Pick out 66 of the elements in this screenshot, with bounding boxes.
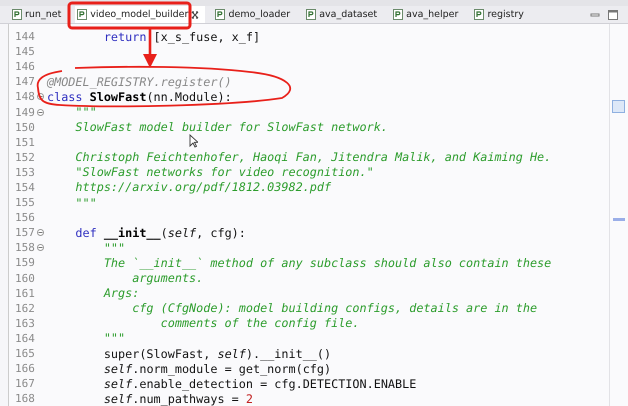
code-line: comments of the config file. xyxy=(160,316,360,330)
code-line: self.enable_detection = cfg.DETECTION.ENABLE xyxy=(102,376,416,391)
line-number: 156 xyxy=(14,211,36,224)
python-file-icon xyxy=(474,9,484,20)
editor-tab[interactable]: run_net xyxy=(10,6,68,23)
editor-tab[interactable]: video_model_builder xyxy=(75,6,206,23)
code-line: """ xyxy=(74,105,97,120)
code-line: super(SlowFast, self).__init__() xyxy=(102,346,332,361)
code-line: @MODEL_REGISTRY.register() xyxy=(47,74,232,89)
code-line: arguments. xyxy=(131,271,204,286)
line-number: 158 xyxy=(14,241,36,254)
python-file-icon xyxy=(12,9,22,20)
code-line: SlowFast model builder for SlowFast network. xyxy=(74,120,388,134)
line-number: 155 xyxy=(14,196,36,210)
fold-icon[interactable] xyxy=(37,244,44,252)
python-file-icon xyxy=(306,9,316,20)
line-number: 144 xyxy=(14,30,36,44)
line-number: 168 xyxy=(14,392,36,406)
line-number: 160 xyxy=(14,272,36,285)
editor-tab[interactable]: demo_loader xyxy=(213,6,296,23)
line-number: 163 xyxy=(14,316,36,330)
code-line: self.norm_module = get_norm(cfg) xyxy=(102,362,332,376)
line-number: 149 xyxy=(14,106,36,119)
line-number: 167 xyxy=(14,377,36,390)
line-number: 151 xyxy=(14,136,36,149)
line-number: 145 xyxy=(14,45,36,58)
line-number: 157 xyxy=(14,226,36,240)
maximize-icon[interactable] xyxy=(608,10,618,20)
line-number: 164 xyxy=(14,332,36,345)
editor-tab[interactable]: ava_dataset xyxy=(304,6,384,23)
python-file-icon xyxy=(393,9,404,20)
code-line: """ xyxy=(74,196,97,210)
line-number: 165 xyxy=(14,347,36,360)
code-line: class SlowFast(nn.Module): xyxy=(47,90,232,104)
editor-tab[interactable]: registry xyxy=(472,6,530,23)
code-line: self.num_pathways = 2 xyxy=(102,392,253,406)
code-line: cfg (CfgNode): model building configs, details are in the xyxy=(131,301,538,316)
line-number: 161 xyxy=(14,286,36,300)
code-line: def __init__(self, cfg): xyxy=(74,226,246,240)
python-file-icon xyxy=(215,9,226,20)
code-line: The `__init__` method of any subclass should also contain these xyxy=(102,256,552,270)
line-number: 152 xyxy=(14,150,36,164)
close-icon[interactable] xyxy=(191,10,200,18)
code-line: return [x_s_fuse, x_f] xyxy=(102,30,260,44)
code-line: https://arxiv.org/pdf/1812.03982.pdf xyxy=(74,180,332,194)
python-file-icon xyxy=(77,9,88,20)
code-line: Christoph Feichtenhofer, Haoqi Fan, Jitendra Malik, and Kaiming He. xyxy=(74,150,552,164)
line-number: 146 xyxy=(14,60,36,74)
line-number: 150 xyxy=(14,120,36,134)
line-number: 154 xyxy=(14,180,36,194)
overview-marker[interactable] xyxy=(613,218,625,221)
line-number: 153 xyxy=(14,166,36,179)
fold-icon[interactable] xyxy=(37,229,44,236)
overview-marker[interactable] xyxy=(612,100,625,113)
line-number: 159 xyxy=(14,256,36,270)
code-line: "SlowFast networks for video recognition." xyxy=(74,165,374,180)
editor-tab[interactable]: ava_helper xyxy=(391,6,464,23)
code-line: """ xyxy=(102,331,126,346)
line-number: 166 xyxy=(14,362,36,376)
line-number: 147 xyxy=(14,75,36,88)
line-number: 148 xyxy=(14,90,36,104)
code-line: Args: xyxy=(102,286,140,300)
line-number: 162 xyxy=(14,302,36,315)
mouse-pointer-icon xyxy=(189,134,198,148)
fold-icon[interactable] xyxy=(37,108,44,116)
code-line: """ xyxy=(102,240,126,255)
